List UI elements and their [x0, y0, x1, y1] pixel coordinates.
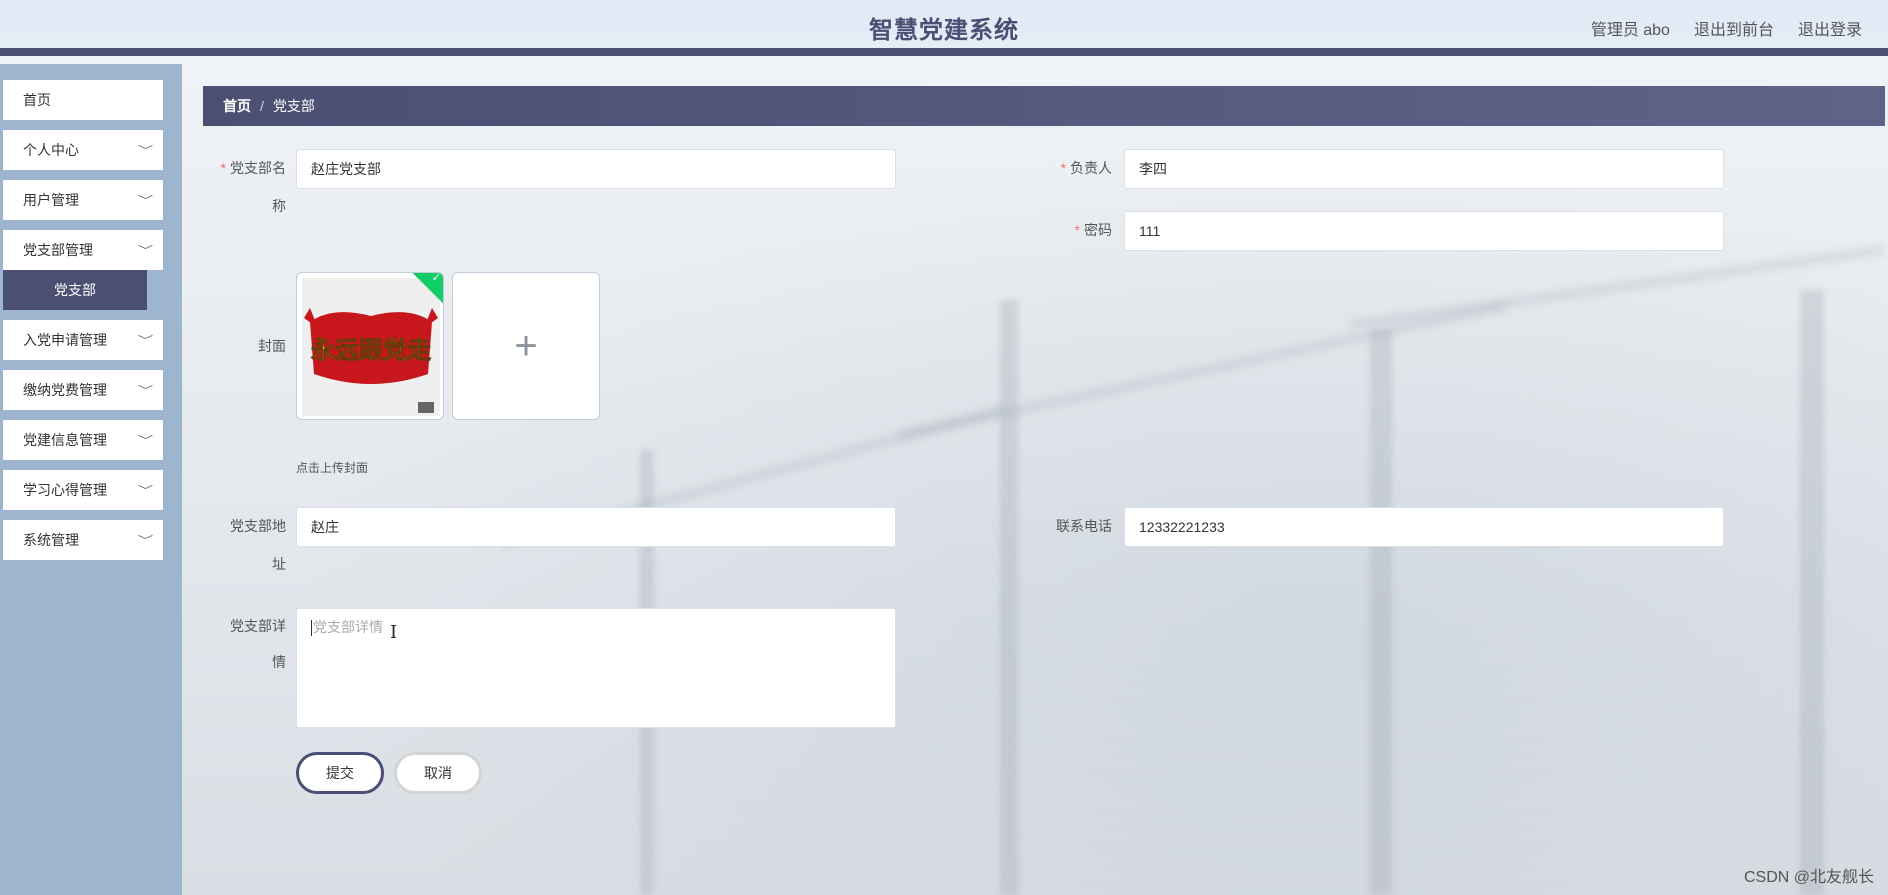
sidebar-item-dues-management[interactable]: 缴纳党费管理 ﹀ [3, 370, 163, 410]
sidebar: 首页 个人中心 ﹀ 用户管理 ﹀ 党支部管理 ﹀ 党支部 入党申请管理 ﹀ 缴纳… [0, 64, 182, 895]
logout-link[interactable]: 退出登录 [1798, 16, 1862, 40]
chevron-down-icon: ﹀ [137, 145, 154, 157]
sidebar-item-label: 系统管理 [23, 532, 79, 548]
breadcrumb-current: 党支部 [272, 98, 315, 114]
branch-name-label-text-2: 称 [272, 198, 286, 214]
sidebar-item-home[interactable]: 首页 [3, 80, 163, 120]
password-input[interactable]: 111 [1124, 211, 1724, 251]
sidebar-item-application-management[interactable]: 入党申请管理 ﹀ [3, 320, 163, 360]
sidebar-item-label: 党支部管理 [23, 242, 93, 258]
leader-label-text: 负责人 [1070, 160, 1112, 176]
phone-label: 联系电话 [1056, 518, 1112, 534]
sidebar-item-personal-center[interactable]: 个人中心 ﹀ [3, 130, 163, 170]
cover-image-card[interactable]: 永远跟党走 ✓ [296, 272, 444, 420]
address-label-text: 党支部地 [230, 518, 286, 534]
address-label-text-2: 址 [272, 556, 286, 572]
cover-image-text: 永远跟党走 [311, 335, 431, 364]
required-mark: * [1060, 160, 1066, 176]
sidebar-item-branch-management[interactable]: 党支部管理 ﹀ [3, 230, 163, 270]
chevron-up-icon: ﹀ [137, 245, 154, 257]
breadcrumb-home[interactable]: 首页 [223, 96, 251, 116]
sidebar-item-label: 党建信息管理 [23, 432, 107, 448]
text-caret [311, 620, 312, 637]
breadcrumb: 首页 / 党支部 [203, 86, 1885, 126]
cover-upload-tip: 点击上传封面 [296, 461, 369, 475]
password-label-text: 密码 [1084, 222, 1112, 238]
sidebar-item-label: 缴纳党费管理 [23, 382, 107, 398]
branch-name-label-text: 党支部名 [230, 160, 286, 176]
detail-label: 党支部详 情 [210, 608, 286, 680]
header-actions: 管理员 abo 退出到前台 退出登录 [1591, 16, 1862, 40]
sidebar-item-label: 首页 [23, 92, 51, 108]
required-mark: * [1074, 222, 1080, 238]
top-header: 智慧党建系统 管理员 abo 退出到前台 退出登录 [0, 0, 1888, 56]
chevron-down-icon: ﹀ [137, 535, 154, 547]
check-icon: ✓ [431, 272, 441, 285]
breadcrumb-separator: / [260, 98, 264, 114]
text-cursor-icon: I [390, 622, 398, 643]
chevron-down-icon: ﹀ [137, 485, 154, 497]
sidebar-item-label: 个人中心 [23, 142, 79, 158]
sidebar-item-label: 入党申请管理 [23, 332, 107, 348]
chevron-down-icon: ﹀ [137, 335, 154, 347]
cover-label: 封面 [258, 338, 286, 354]
branch-name-label: * 党支部名 称 [210, 149, 286, 225]
sidebar-item-label: 学习心得管理 [23, 482, 107, 498]
sidebar-item-system-management[interactable]: 系统管理 ﹀ [3, 520, 163, 560]
required-mark: * [220, 160, 226, 176]
sidebar-subitem-branch[interactable]: 党支部 [3, 270, 147, 310]
submit-button[interactable]: 提交 [296, 752, 384, 794]
chevron-down-icon: ﹀ [137, 385, 154, 397]
phone-input[interactable]: 12332221233 [1124, 507, 1724, 547]
admin-user-label[interactable]: 管理员 abo [1591, 16, 1670, 40]
sidebar-item-label: 用户管理 [23, 192, 79, 208]
watermark: CSDN @北友舰长 [1743, 869, 1874, 886]
password-label: * 密码 [1020, 211, 1112, 249]
chevron-down-icon: ﹀ [137, 195, 154, 207]
background-image [0, 0, 1888, 895]
detail-textarea[interactable]: 党支部详情 [296, 608, 896, 728]
plus-icon: + [514, 324, 538, 368]
cancel-button[interactable]: 取消 [394, 752, 482, 794]
sidebar-item-study-management[interactable]: 学习心得管理 ﹀ [3, 470, 163, 510]
sidebar-item-info-management[interactable]: 党建信息管理 ﹀ [3, 420, 163, 460]
chevron-down-icon: ﹀ [137, 435, 154, 447]
address-label: 党支部地 址 [210, 507, 286, 583]
exit-to-front-link[interactable]: 退出到前台 [1694, 16, 1774, 40]
add-cover-button[interactable]: + [452, 272, 600, 420]
detail-label-text-2: 情 [272, 654, 286, 670]
branch-name-input[interactable]: 赵庄党支部 [296, 149, 896, 189]
detail-placeholder: 党支部详情 [313, 619, 383, 635]
leader-label: * 负责人 [1020, 149, 1112, 187]
leader-input[interactable]: 李四 [1124, 149, 1724, 189]
address-input[interactable]: 赵庄 [296, 507, 896, 547]
detail-label-text: 党支部详 [230, 618, 286, 634]
cover-thumbnail: 永远跟党走 [302, 278, 440, 416]
sidebar-item-user-management[interactable]: 用户管理 ﹀ [3, 180, 163, 220]
